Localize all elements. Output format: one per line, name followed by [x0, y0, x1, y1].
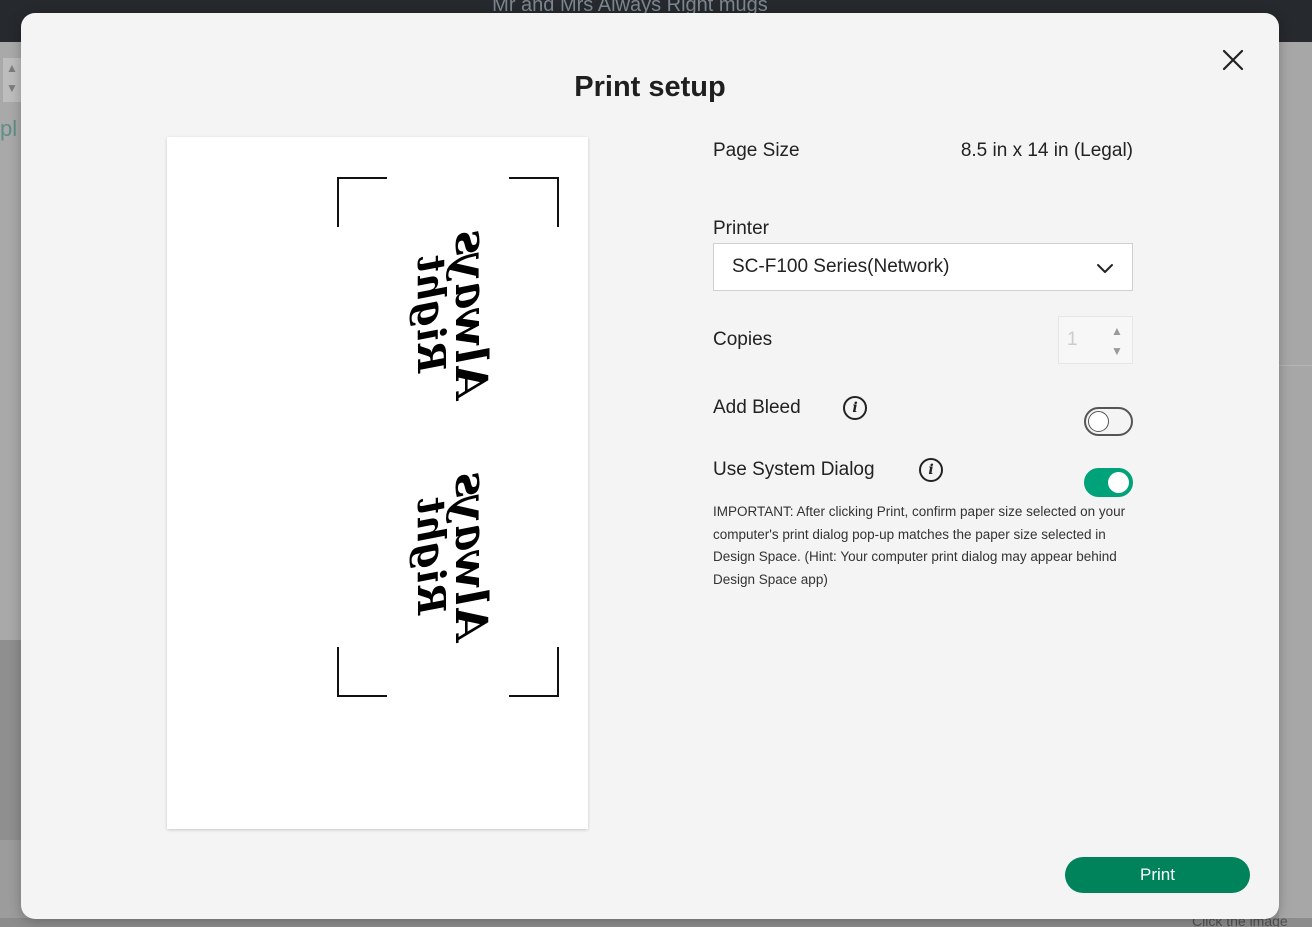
copies-stepper-arrows[interactable]: ▲ ▼: [1107, 321, 1127, 361]
printer-label: Printer: [713, 218, 769, 239]
artwork-line: Right: [409, 497, 455, 615]
arrow-down-icon[interactable]: ▼: [1111, 344, 1123, 358]
app-right-panel: [1279, 42, 1312, 927]
crop-mark-top-right: [509, 177, 559, 227]
app-stepper: ▲ ▼: [3, 58, 21, 102]
close-button[interactable]: [1218, 45, 1248, 75]
copies-stepper[interactable]: 1 ▲ ▼: [1058, 316, 1133, 364]
crop-mark-bottom-right: [509, 647, 559, 697]
app-right-divider: [1279, 365, 1312, 366]
crop-mark-top-left: [337, 177, 387, 227]
toggle-knob: [1108, 472, 1129, 493]
system-dialog-label: Use System Dialog: [713, 459, 875, 480]
printer-select[interactable]: SC-F100 Series(Network): [713, 243, 1133, 291]
add-bleed-label: Add Bleed: [713, 397, 801, 418]
print-preview-page: Always Right Always Right: [167, 137, 588, 829]
app-left-panel-lower: [0, 640, 22, 840]
arrow-up-icon[interactable]: ▲: [1111, 324, 1123, 338]
app-side-text-fragment: pl: [0, 116, 18, 141]
info-icon[interactable]: i: [843, 396, 867, 420]
printer-select-value: SC-F100 Series(Network): [732, 256, 950, 277]
toggle-knob: [1088, 411, 1109, 432]
copies-label: Copies: [713, 329, 773, 350]
app-bottom-bar: [0, 918, 1312, 927]
print-button[interactable]: Print: [1065, 857, 1250, 893]
system-dialog-toggle[interactable]: [1084, 468, 1133, 497]
page-size-label: Page Size: [713, 140, 800, 161]
preview-artwork: Always Right: [367, 229, 537, 399]
print-setup-dialog: Print setup Always Right Always Right Pa…: [21, 13, 1279, 919]
preview-artwork: Always Right: [367, 471, 537, 641]
artwork-line: Right: [409, 255, 455, 373]
copies-value: 1: [1067, 329, 1078, 350]
add-bleed-toggle[interactable]: [1084, 407, 1133, 436]
important-note: IMPORTANT: After clicking Print, confirm…: [713, 504, 1126, 587]
artwork-line: Always: [444, 230, 496, 398]
close-icon: [1222, 49, 1244, 71]
page-size-value: 8.5 in x 14 in (Legal): [960, 140, 1133, 161]
chevron-down-icon: [1097, 264, 1113, 273]
info-icon[interactable]: i: [919, 458, 943, 482]
dialog-title: Print setup: [574, 71, 726, 103]
crop-mark-bottom-left: [337, 647, 387, 697]
artwork-line: Always: [444, 472, 496, 640]
